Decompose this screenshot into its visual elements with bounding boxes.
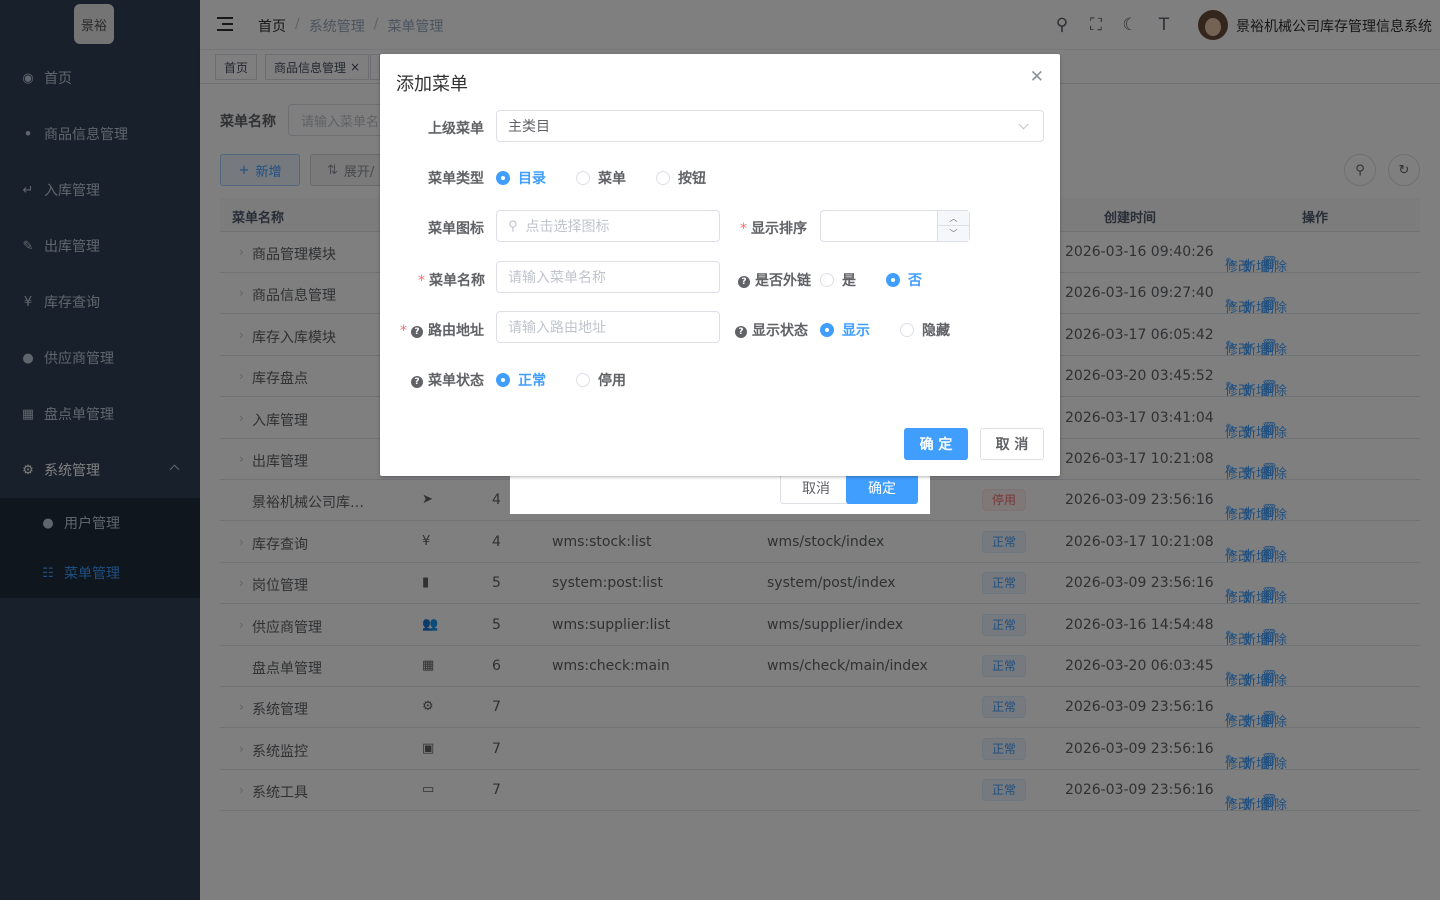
confirm-button[interactable]: 确 定 bbox=[904, 428, 968, 460]
close-icon[interactable]: ✕ bbox=[1030, 67, 1044, 87]
radio-menu[interactable]: 菜单 bbox=[576, 168, 626, 188]
radio-dot-icon bbox=[576, 171, 590, 185]
radio-status-disabled[interactable]: 停用 bbox=[576, 370, 626, 390]
question-icon[interactable]: ? bbox=[411, 326, 423, 338]
required-mark: * bbox=[418, 273, 425, 289]
radio-dot-icon bbox=[900, 323, 914, 337]
menu-name-input[interactable]: 请输入菜单名称 bbox=[496, 261, 720, 293]
radio-external-yes[interactable]: 是 bbox=[820, 270, 856, 290]
menu-status-label-text: 菜单状态 bbox=[428, 373, 484, 389]
radio-label: 否 bbox=[908, 273, 922, 289]
radio-label: 显示 bbox=[842, 323, 870, 339]
order-stepper[interactable]: ︿ ﹀ bbox=[820, 210, 970, 242]
order-label-text: 显示排序 bbox=[751, 221, 807, 237]
confirm-button[interactable]: 确定 bbox=[846, 472, 918, 504]
cancel-button[interactable]: 取消 bbox=[780, 472, 852, 504]
route-path-placeholder: 请输入路由地址 bbox=[508, 320, 606, 336]
radio-dot-icon bbox=[576, 373, 590, 387]
visible-status-label-text: 显示状态 bbox=[752, 323, 808, 339]
menu-icon-placeholder: 点击选择图标 bbox=[525, 219, 610, 235]
radio-dot-icon bbox=[820, 273, 834, 287]
radio-dot-icon bbox=[820, 323, 834, 337]
parent-menu-value: 主类目 bbox=[508, 119, 550, 135]
chevron-down-icon bbox=[1018, 119, 1029, 130]
dialog-title: 添加菜单 bbox=[396, 74, 468, 95]
menu-name-label-text: 菜单名称 bbox=[429, 273, 485, 289]
radio-external-no[interactable]: 否 bbox=[886, 270, 922, 290]
radio-dot-icon bbox=[656, 171, 670, 185]
visible-status-label: ? 显示状态 bbox=[735, 320, 808, 340]
menu-icon-input[interactable]: ⚲ 点击选择图标 bbox=[496, 210, 720, 242]
radio-dot-icon bbox=[886, 273, 900, 287]
radio-visible-hide[interactable]: 隐藏 bbox=[900, 320, 950, 340]
route-path-label: *? 路由地址 bbox=[400, 320, 484, 340]
radio-visible-show[interactable]: 显示 bbox=[820, 320, 870, 340]
menu-name-label: * 菜单名称 bbox=[418, 270, 485, 290]
required-mark: * bbox=[740, 221, 747, 237]
radio-label: 隐藏 bbox=[922, 323, 950, 339]
radio-button[interactable]: 按钮 bbox=[656, 168, 706, 188]
add-menu-dialog: 添加菜单 ✕ 上级菜单 主类目 菜单类型 目录 菜单 按钮 菜单图标 ⚲ 点击选择… bbox=[380, 54, 1060, 476]
radio-label: 按钮 bbox=[678, 171, 706, 187]
radio-directory[interactable]: 目录 bbox=[496, 168, 546, 188]
route-path-input[interactable]: 请输入路由地址 bbox=[496, 311, 720, 343]
cancel-button[interactable]: 取 消 bbox=[980, 428, 1044, 460]
question-icon[interactable]: ? bbox=[411, 376, 423, 388]
radio-dot-icon bbox=[496, 171, 510, 185]
radio-status-normal[interactable]: 正常 bbox=[496, 370, 546, 390]
chevron-down-icon[interactable]: ﹀ bbox=[938, 226, 969, 241]
radio-label: 停用 bbox=[598, 373, 626, 389]
menu-name-placeholder: 请输入菜单名称 bbox=[508, 270, 606, 286]
menu-status-label: ? 菜单状态 bbox=[411, 370, 484, 390]
chevron-up-icon[interactable]: ︿ bbox=[938, 211, 969, 226]
radio-label: 目录 bbox=[518, 171, 546, 187]
radio-label: 是 bbox=[842, 273, 856, 289]
stepper-controls: ︿ ﹀ bbox=[937, 211, 969, 241]
parent-menu-label: 上级菜单 bbox=[428, 121, 484, 137]
order-label: * 显示排序 bbox=[740, 218, 807, 238]
route-path-label-text: 路由地址 bbox=[428, 323, 484, 339]
search-icon: ⚲ bbox=[508, 218, 518, 234]
question-icon[interactable]: ? bbox=[738, 276, 750, 288]
radio-label: 正常 bbox=[518, 373, 546, 389]
external-link-label: ? 是否外链 bbox=[738, 270, 811, 290]
menu-type-label: 菜单类型 bbox=[428, 171, 484, 187]
parent-menu-select[interactable]: 主类目 bbox=[496, 110, 1044, 142]
radio-dot-icon bbox=[496, 373, 510, 387]
question-icon[interactable]: ? bbox=[735, 326, 747, 338]
external-link-label-text: 是否外链 bbox=[755, 273, 811, 289]
menu-icon-label: 菜单图标 bbox=[428, 221, 484, 237]
radio-label: 菜单 bbox=[598, 171, 626, 187]
required-mark: * bbox=[400, 323, 407, 339]
